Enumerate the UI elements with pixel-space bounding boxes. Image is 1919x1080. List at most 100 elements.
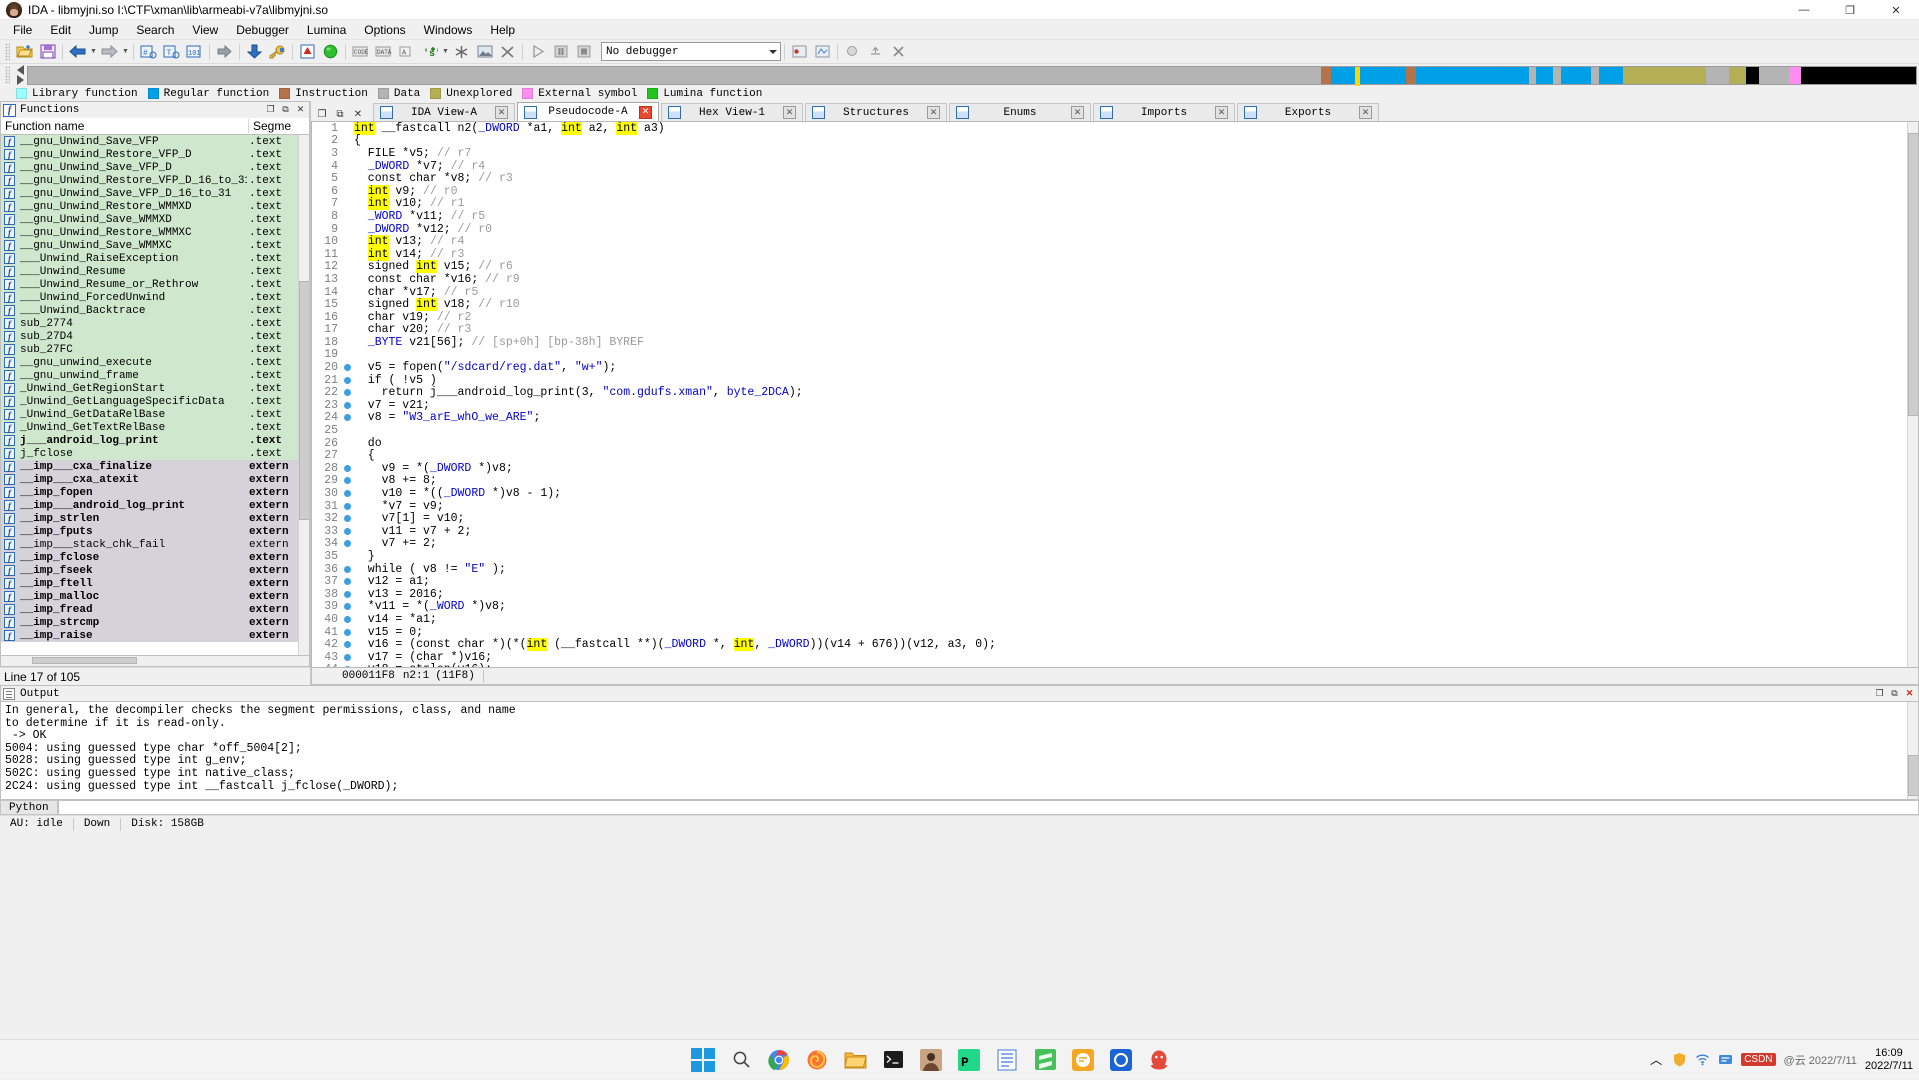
tab-ida-view-a[interactable]: IDA View-A✕ [373,103,515,121]
navigator-segment[interactable] [1536,67,1553,84]
output-float-button[interactable]: ⧉ [1888,687,1901,700]
breakpoint-marker-icon[interactable] [342,654,352,661]
navigator-segment[interactable] [1529,67,1537,84]
pseudocode-line[interactable]: 12 signed int v15; // r6 [312,261,1918,274]
menu-jump[interactable]: Jump [80,21,127,39]
functions-list-vscrollbar[interactable] [298,135,309,655]
python-input[interactable] [58,800,1919,815]
output-vscrollbar[interactable] [1907,702,1918,799]
pseudocode-line[interactable]: 26 do [312,437,1918,450]
pseudocode-line[interactable]: 18 _BYTE v21[56]; // [sp+0h] [bp-38h] BY… [312,336,1918,349]
function-list-row[interactable]: f__imp___stack_chk_failextern [1,538,309,551]
pseudocode-line[interactable]: 44 v18 = strlen(v16); [312,664,1918,667]
open-file-icon[interactable] [14,42,35,62]
function-list-row[interactable]: fj_fclose.text [1,447,309,460]
delete-icon[interactable] [497,42,518,62]
back-dropdown-icon[interactable]: ▼ [89,42,98,62]
function-list-row[interactable]: f__imp___android_log_printextern [1,499,309,512]
forward-arrow-icon[interactable] [99,42,120,62]
menu-lumina[interactable]: Lumina [298,21,355,39]
debugger-select[interactable]: No debugger [601,42,781,61]
pseudocode-line[interactable]: 33 v11 = v7 + 2; [312,525,1918,538]
asterisk-icon[interactable] [451,42,472,62]
navigator-scroll-right-icon[interactable] [17,75,24,85]
pseudocode-vscroll-thumb[interactable] [1908,133,1919,416]
lumina-icon[interactable] [842,42,863,62]
tab-close-icon[interactable]: ✕ [1215,106,1228,119]
minimize-button[interactable]: — [1781,0,1827,20]
function-list-row[interactable]: f__gnu_Unwind_Save_VFP_D.text [1,161,309,174]
functions-list-hscrollbar[interactable] [0,656,310,667]
tabbar-close-icon[interactable]: ✕ [351,107,365,121]
tracing-icon[interactable] [812,42,833,62]
functions-list[interactable]: f__gnu_Unwind_Save_VFP.textf__gnu_Unwind… [0,135,310,656]
pseudocode-view[interactable]: 1int __fastcall n2(_DWORD *a1, int a2, i… [311,121,1919,668]
pseudocode-line[interactable]: 30 v10 = *((_DWORD *)v8 - 1); [312,487,1918,500]
tab-pseudocode-a[interactable]: Pseudocode-A✕ [517,102,659,121]
function-list-row[interactable]: f__imp_freadextern [1,603,309,616]
pseudocode-line[interactable]: 37 v12 = a1; [312,575,1918,588]
column-header-segment[interactable]: Segme [249,119,309,133]
navigator-segment[interactable] [1406,67,1415,84]
breakpoint-marker-icon[interactable] [342,566,352,573]
pseudocode-line[interactable]: 35 } [312,550,1918,563]
function-list-row[interactable]: f__imp___cxa_atexitextern [1,473,309,486]
pseudocode-line[interactable]: 34 v7 += 2; [312,538,1918,551]
pseudocode-line[interactable]: 28 v9 = *(_DWORD *)v8; [312,462,1918,475]
pseudocode-line[interactable]: 43 v17 = (char *)v16; [312,651,1918,664]
function-list-row[interactable]: f__gnu_Unwind_Restore_VFP_D_16_to_31.tex… [1,174,309,187]
function-list-row[interactable]: f__imp_raiseextern [1,629,309,642]
forward-dropdown-icon[interactable]: ▼ [121,42,130,62]
function-list-row[interactable]: f__imp_ftellextern [1,577,309,590]
pseudocode-line[interactable]: 5 const char *v8; // r3 [312,172,1918,185]
function-list-row[interactable]: f__gnu_Unwind_Restore_VFP_D.text [1,148,309,161]
breakpoint-marker-icon[interactable] [342,666,352,667]
navigator-segment[interactable] [1729,67,1746,84]
pseudocode-line[interactable]: 42 v16 = (const char *)(*(int (__fastcal… [312,638,1918,651]
navigator-segment[interactable] [1759,67,1789,84]
navigator-segment[interactable] [1321,67,1330,84]
breakpoint-marker-icon[interactable] [342,364,352,371]
function-list-row[interactable]: f__imp_fcloseextern [1,551,309,564]
tab-structures[interactable]: Structures✕ [805,103,947,121]
tab-imports[interactable]: Imports✕ [1093,103,1235,121]
breakpoint-marker-icon[interactable] [342,515,352,522]
tab-close-icon[interactable]: ✕ [927,106,940,119]
breakpoint-marker-icon[interactable] [342,603,352,610]
function-list-row[interactable]: f__imp_strlenextern [1,512,309,525]
taskbar-clock[interactable]: 16:09 2022/7/11 [1865,1047,1913,1073]
user-photo-icon[interactable] [918,1047,944,1073]
ascii-icon[interactable]: A [396,42,417,62]
function-list-row[interactable]: fsub_27FC.text [1,343,309,356]
function-list-row[interactable]: f___Unwind_Resume_or_Rethrow.text [1,278,309,291]
breakpoint-list-icon[interactable] [789,42,810,62]
chevron-up-icon[interactable]: ︿ [1648,1052,1664,1068]
navigator-bar[interactable] [0,64,1919,86]
function-list-row[interactable]: f__imp_fseekextern [1,564,309,577]
pseudocode-line[interactable]: 16 char v19; // r2 [312,311,1918,324]
tabbar-restore-icon[interactable]: ❐ [315,107,329,121]
pseudocode-line[interactable]: 21 if ( !v5 ) [312,374,1918,387]
navigator-segment[interactable] [1553,67,1561,84]
breakpoint-marker-icon[interactable] [342,616,352,623]
search-binary-icon[interactable]: 101 [184,42,205,62]
pause-icon[interactable] [550,42,571,62]
function-list-row[interactable]: f__imp___cxa_finalizeextern [1,460,309,473]
pseudocode-line[interactable]: 14 char *v17; // r5 [312,286,1918,299]
navigator-grip[interactable] [5,66,10,84]
lumina-push-icon[interactable] [865,42,886,62]
data-icon[interactable]: DATA [373,42,394,62]
struct-icon[interactable]: 's' [419,42,440,62]
netease-icon[interactable] [1108,1047,1134,1073]
function-list-row[interactable]: f__imp_fputsextern [1,525,309,538]
menu-windows[interactable]: Windows [415,21,482,39]
pseudocode-line[interactable]: 17 char v20; // r3 [312,324,1918,337]
pseudocode-line[interactable]: 24 v8 = "W3_arE_whO_we_ARE"; [312,412,1918,425]
function-list-row[interactable]: f__gnu_Unwind_Save_WMMXC.text [1,239,309,252]
output-close-button[interactable]: ✕ [1903,687,1916,700]
breakpoint-marker-icon[interactable] [342,503,352,510]
struct-dropdown-icon[interactable]: ▼ [441,42,450,62]
breakpoint-marker-icon[interactable] [342,578,352,585]
pseudocode-line[interactable]: 13 const char *v16; // r9 [312,273,1918,286]
navigator-segment[interactable] [1331,67,1407,84]
